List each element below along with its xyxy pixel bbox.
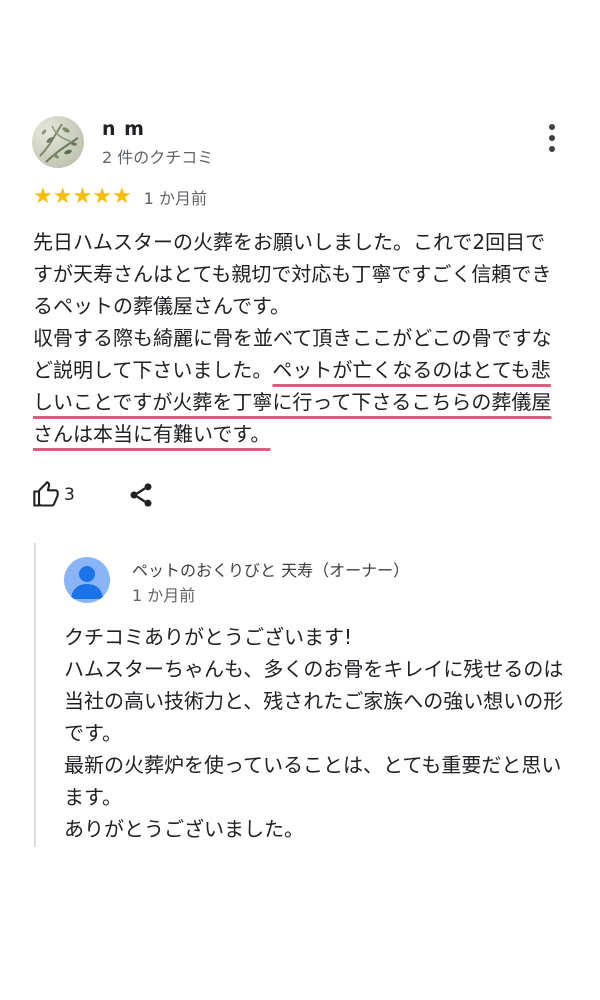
reviewer-review-count: 2 件のクチコミ	[102, 148, 214, 167]
owner-reply-line: クチコミありがとうございます!	[64, 625, 353, 649]
person-icon[interactable]	[64, 557, 110, 603]
star-rating: ★ ★ ★ ★ ★	[33, 186, 132, 208]
review-text: 先日ハムスターの火葬をお願いしました。これで2回目ですが天寿さんはとても親切で対…	[33, 226, 563, 450]
rating-row: ★ ★ ★ ★ ★ 1 か月前	[33, 184, 207, 210]
owner-reply-date: 1 か月前	[132, 586, 196, 605]
star-icon: ★	[52, 184, 73, 209]
owner-reply: ペットのおくりびと 天寿（オーナー） 1 か月前 クチコミありがとうございます!…	[34, 543, 566, 847]
star-icon: ★	[111, 184, 132, 209]
owner-reply-line: ハムスターちゃんも、多くのお骨をキレイに残せるのは当社の高い技術力と、残されたご…	[64, 657, 564, 745]
review-paragraph-1: 先日ハムスターの火葬をお願いしました。これで2回目ですが天寿さんはとても親切で対…	[33, 230, 552, 318]
owner-name[interactable]: ペットのおくりびと 天寿（オーナー）	[132, 557, 409, 581]
more-vert-icon[interactable]	[544, 124, 560, 158]
thumb-up-icon	[33, 481, 59, 507]
owner-reply-line: ありがとうございました。	[64, 817, 304, 841]
review-actions: 3	[32, 478, 155, 512]
reviewer-name[interactable]: n m	[102, 118, 145, 140]
share-button[interactable]	[127, 481, 155, 509]
owner-reply-text: クチコミありがとうございます! ハムスターちゃんも、多くのお骨をキレイに残せるの…	[64, 621, 564, 845]
like-count: 3	[64, 485, 75, 505]
star-icon: ★	[72, 184, 93, 209]
star-icon: ★	[33, 184, 53, 209]
owner-reply-line: 最新の火葬炉を使っていることは、とても重要だと思います。	[64, 753, 562, 809]
review-date: 1 か月前	[143, 189, 207, 208]
share-icon	[130, 483, 152, 507]
like-button[interactable]: 3	[32, 481, 75, 509]
reviewer-avatar[interactable]	[32, 116, 84, 168]
review-header: n m 2 件のクチコミ	[32, 116, 568, 176]
star-icon: ★	[92, 184, 112, 209]
review-paragraph-2: 収骨する際も綺麗に骨を並べて頂きここがどこの骨ですなど説明して下さいました。ペッ…	[33, 322, 563, 450]
